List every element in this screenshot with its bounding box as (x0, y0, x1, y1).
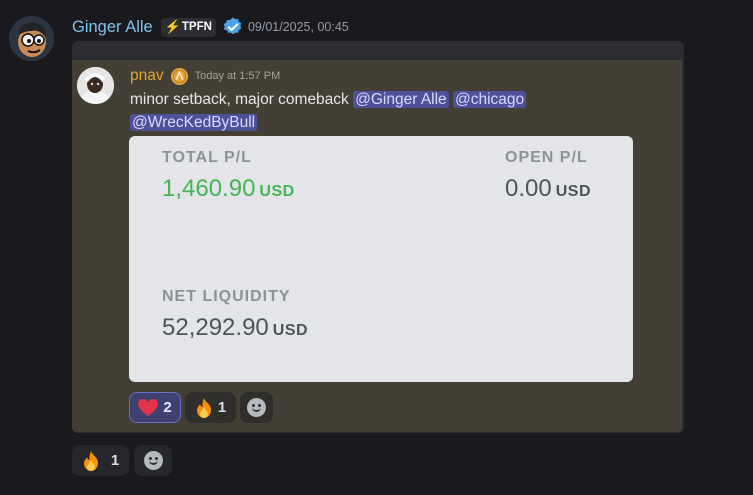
forwarded-timestamp: Today at 1:57 PM (194, 70, 281, 82)
net-liquidity-label: NET LIQUIDITY (162, 288, 291, 305)
total-pl-value: 1,460.90 USD (162, 175, 295, 203)
author-avatar[interactable] (9, 16, 54, 61)
mention-ginger-alle[interactable]: @Ginger Alle (353, 91, 449, 108)
reaction-heart[interactable]: 2 (129, 392, 181, 423)
add-reaction-button[interactable] (240, 392, 273, 423)
author-name[interactable]: Ginger Alle (72, 18, 153, 37)
lightning-icon: ⚡ (164, 19, 181, 34)
open-pl-value: 0.00 USD (505, 175, 591, 203)
open-pl-currency: USD (555, 183, 591, 200)
outer-reaction-fire[interactable]: 1 (72, 445, 129, 476)
reaction-fire[interactable]: 1 (185, 392, 236, 423)
open-pl-label: OPEN P/L (505, 149, 588, 166)
forwarded-author-avatar[interactable] (77, 67, 114, 104)
net-liquidity-amount: 52,292.90 (162, 314, 269, 341)
server-badge-icon[interactable] (170, 67, 189, 86)
reaction-heart-count: 2 (163, 399, 172, 416)
message-header: Ginger Alle ⚡ TPFN 09/01/2025, 00:45 (72, 15, 349, 39)
mention-chicago[interactable]: @chicago (453, 91, 527, 108)
total-pl-amount: 1,460.90 (162, 175, 256, 202)
forwarded-message-text: minor setback, major comeback @Ginger Al… (130, 88, 580, 134)
total-pl-currency: USD (259, 183, 295, 200)
add-reaction-icon (143, 451, 163, 470)
guild-tag-label: TPFN (181, 21, 212, 33)
fire-icon (196, 397, 211, 418)
message-timestamp: 09/01/2025, 00:45 (247, 20, 349, 34)
message-content: minor setback, major comeback (130, 91, 349, 108)
forwarded-author-name[interactable]: pnav (130, 67, 164, 85)
pl-summary-card[interactable]: TOTAL P/L 1,460.90 USD OPEN P/L 0.00 USD N… (129, 136, 633, 382)
fire-icon (83, 450, 98, 471)
net-liquidity-currency: USD (272, 322, 309, 339)
heart-icon (138, 398, 159, 416)
mention-wreckedbybull[interactable]: @WrecKedByBull (130, 114, 258, 131)
add-reaction-icon (247, 398, 266, 417)
guild-tag[interactable]: ⚡ TPFN (160, 17, 216, 37)
reaction-fire-count: 1 (217, 399, 227, 416)
verified-badge-icon[interactable] (222, 16, 244, 38)
open-pl-amount: 0.00 (505, 175, 552, 202)
forwarded-header: pnav Today at 1:57 PM (130, 65, 280, 87)
net-liquidity-value: 52,292.90 USD (162, 314, 308, 342)
outer-add-reaction-button[interactable] (134, 445, 172, 476)
outer-reaction-fire-count: 1 (110, 452, 120, 469)
total-pl-label: TOTAL P/L (162, 149, 252, 166)
